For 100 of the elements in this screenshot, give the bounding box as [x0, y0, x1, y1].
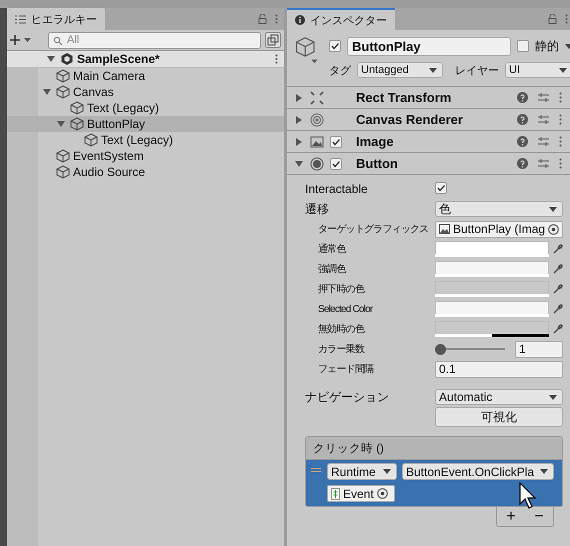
- color-swatch[interactable]: [435, 321, 549, 334]
- tree-item[interactable]: ButtonPlay: [7, 116, 284, 132]
- tree-item[interactable]: Main Camera: [7, 68, 284, 84]
- dropdown[interactable]: 色: [435, 201, 563, 217]
- color-swatch[interactable]: [435, 261, 549, 274]
- property-label: 遷移: [305, 200, 329, 218]
- number-field[interactable]: 1: [515, 340, 563, 358]
- static-checkbox[interactable]: [517, 40, 529, 52]
- dropdown-arrow-icon: [429, 68, 437, 72]
- presets-icon[interactable]: [538, 136, 549, 147]
- kebab-menu-icon[interactable]: [275, 54, 278, 64]
- collapse-arrow-icon[interactable]: [294, 114, 304, 124]
- cube-icon: [70, 117, 84, 131]
- add-button[interactable]: +: [506, 508, 516, 524]
- help-icon[interactable]: [517, 136, 528, 147]
- event-entry[interactable]: Runtime ButtonEvent.OnClickPla Event: [306, 460, 562, 506]
- image-icon: [439, 224, 450, 234]
- tree-item[interactable]: Canvas: [7, 84, 284, 100]
- search-icon: [53, 36, 63, 46]
- kebab-menu-icon[interactable]: [559, 114, 562, 125]
- expand-arrow-icon[interactable]: [294, 158, 304, 168]
- cube-icon: [56, 85, 70, 99]
- component-header[interactable]: Image: [287, 131, 570, 153]
- scene-view-icon[interactable]: [265, 32, 281, 48]
- layer-label: レイヤー: [455, 64, 499, 78]
- number-field[interactable]: 0.1: [435, 360, 563, 378]
- radio-circle-icon: [310, 156, 324, 170]
- color-swatch[interactable]: [435, 301, 549, 314]
- dropdown-arrow-icon: [540, 469, 548, 474]
- cube-icon: [56, 149, 70, 163]
- script-icon: [331, 488, 340, 500]
- property-label: フェード間隔: [318, 363, 374, 376]
- component-header[interactable]: Rect Transform: [287, 87, 570, 109]
- presets-icon[interactable]: [538, 158, 549, 169]
- event-title: クリック時 (): [306, 437, 562, 460]
- color-swatch[interactable]: [435, 241, 549, 254]
- eyedropper-icon[interactable]: [553, 304, 563, 314]
- property-label: Selected Color: [318, 304, 372, 314]
- collapse-arrow-icon[interactable]: [294, 92, 304, 102]
- target-icon[interactable]: [548, 224, 559, 234]
- tree-item[interactable]: EventSystem: [7, 148, 284, 164]
- drag-handle-icon[interactable]: [311, 468, 321, 473]
- cube-icon: [56, 69, 70, 83]
- component-header[interactable]: Button: [287, 153, 570, 175]
- color-swatch[interactable]: [435, 281, 549, 294]
- tag-label: タグ: [329, 64, 351, 78]
- kebab-menu-icon[interactable]: [565, 14, 568, 24]
- active-checkbox[interactable]: [329, 40, 341, 52]
- property-label: カラー乗数: [318, 342, 364, 356]
- property-label: 押下時の色: [318, 282, 364, 296]
- collapse-arrow-icon[interactable]: [294, 136, 304, 146]
- tag-dropdown[interactable]: Untagged: [357, 62, 443, 78]
- eyedropper-icon[interactable]: [553, 284, 563, 294]
- static-label: 静的: [535, 38, 559, 54]
- tree-item[interactable]: Audio Source: [7, 164, 284, 180]
- property-label: 強調色: [318, 262, 346, 276]
- kebab-menu-icon[interactable]: [559, 136, 562, 147]
- target-icon[interactable]: [376, 488, 388, 499]
- eyedropper-icon[interactable]: [553, 244, 563, 254]
- expand-arrow-icon[interactable]: [42, 87, 52, 97]
- lock-icon[interactable]: [258, 14, 267, 24]
- help-icon[interactable]: [517, 114, 528, 125]
- dropdown[interactable]: Automatic: [435, 389, 563, 405]
- enable-checkbox[interactable]: [330, 158, 342, 170]
- tree-item[interactable]: Text (Legacy): [7, 132, 284, 148]
- eyedropper-icon[interactable]: [553, 324, 563, 334]
- kebab-menu-icon[interactable]: [559, 92, 562, 103]
- list-icon: [15, 14, 26, 24]
- object-name-field[interactable]: ButtonPlay: [347, 36, 511, 56]
- add-dropdown-icon[interactable]: [10, 34, 32, 46]
- help-icon[interactable]: [517, 92, 528, 103]
- presets-icon[interactable]: [538, 114, 549, 125]
- presets-icon[interactable]: [538, 92, 549, 103]
- layer-dropdown[interactable]: UI: [505, 62, 570, 78]
- object-field[interactable]: Event: [327, 485, 395, 502]
- runtime-dropdown[interactable]: Runtime: [327, 463, 397, 480]
- object-field[interactable]: ButtonPlay (Imag: [435, 220, 563, 238]
- help-icon[interactable]: [517, 158, 528, 169]
- image-icon: [310, 134, 324, 148]
- cube-icon: [84, 133, 98, 147]
- expand-arrow-icon[interactable]: [56, 119, 66, 129]
- dropdown-arrow-icon: [549, 206, 557, 212]
- cube-icon: [56, 165, 70, 179]
- visualize-button[interactable]: 可視化: [435, 407, 563, 427]
- component-header[interactable]: Canvas Renderer: [287, 109, 570, 131]
- remove-button[interactable]: −: [534, 508, 544, 524]
- tree-item[interactable]: Text (Legacy): [7, 100, 284, 116]
- property-label: Interactable: [305, 182, 368, 196]
- enable-checkbox[interactable]: [330, 136, 342, 148]
- interactable-checkbox[interactable]: [435, 182, 447, 194]
- kebab-menu-icon[interactable]: [275, 14, 278, 24]
- function-dropdown[interactable]: ButtonEvent.OnClickPla: [402, 463, 554, 480]
- eyedropper-icon[interactable]: [553, 264, 563, 274]
- mouse-pointer-icon: [519, 482, 539, 510]
- lock-icon[interactable]: [548, 14, 557, 24]
- search-field[interactable]: All: [48, 32, 261, 48]
- slider-thumb[interactable]: [435, 344, 446, 354]
- kebab-menu-icon[interactable]: [559, 158, 562, 169]
- expand-arrow-icon[interactable]: [46, 54, 56, 64]
- property-label: ナビゲーション: [305, 388, 389, 406]
